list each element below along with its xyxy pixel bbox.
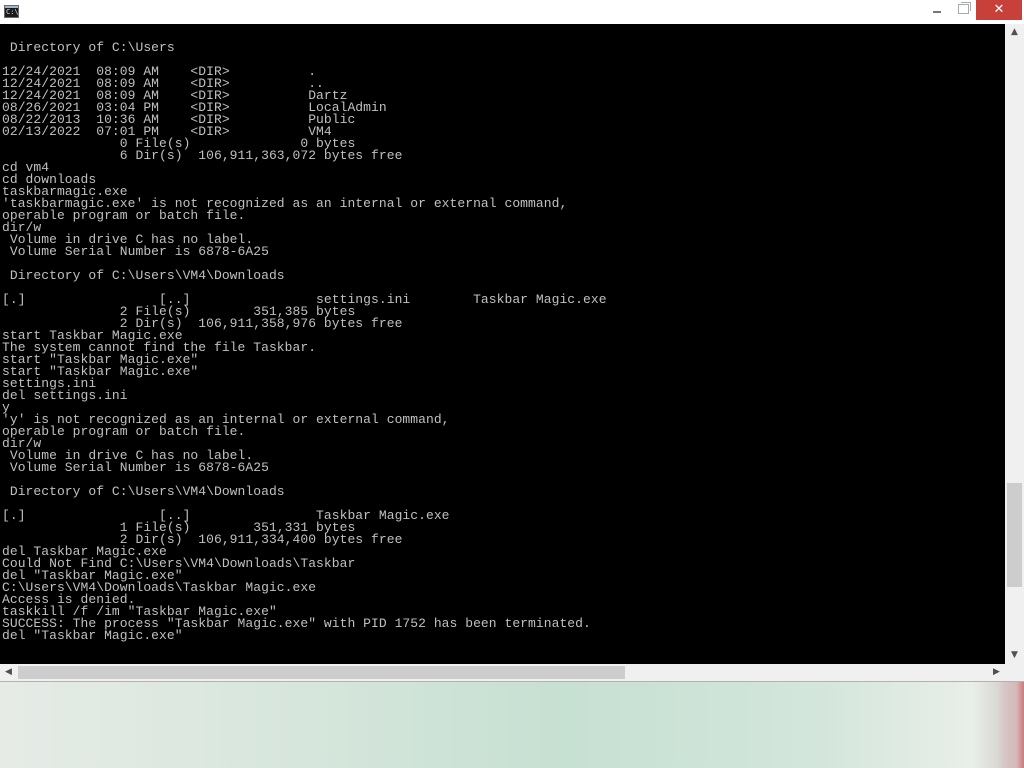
- scroll-right-icon[interactable]: ▶: [988, 664, 1005, 681]
- command-prompt-window: C:\ ✕ Directory of C:\Users 12/24/2021 0…: [0, 0, 1024, 682]
- console-output[interactable]: Directory of C:\Users 12/24/2021 08:09 A…: [0, 24, 1005, 664]
- scrollbar-corner: [1005, 664, 1024, 681]
- console-line: Volume Serial Number is 6878-6A25: [2, 460, 269, 475]
- console-text: Directory of C:\Users 12/24/2021 08:09 A…: [0, 24, 1005, 642]
- restore-icon: [958, 4, 969, 14]
- console-line: Directory of C:\Users\VM4\Downloads: [2, 268, 285, 283]
- maximize-button[interactable]: [950, 0, 976, 20]
- title-bar[interactable]: C:\ ✕: [0, 0, 1024, 24]
- horizontal-scroll-thumb[interactable]: [18, 666, 625, 679]
- vertical-scroll-thumb[interactable]: [1007, 483, 1022, 587]
- console-line: Directory of C:\Users: [2, 40, 175, 55]
- scroll-left-icon[interactable]: ◀: [0, 664, 17, 681]
- horizontal-scrollbar[interactable]: ◀ ▶: [0, 664, 1005, 681]
- close-icon: ✕: [993, 2, 1005, 17]
- scroll-up-icon[interactable]: ▲: [1005, 24, 1024, 41]
- console-line: del settings.ini: [2, 388, 128, 403]
- console-line: Directory of C:\Users\VM4\Downloads: [2, 484, 285, 499]
- scroll-down-icon[interactable]: ▼: [1005, 647, 1024, 664]
- vertical-scrollbar[interactable]: ▲ ▼: [1005, 24, 1024, 664]
- console-icon-label: C:\: [6, 8, 19, 16]
- close-button[interactable]: ✕: [976, 0, 1022, 20]
- desktop-wallpaper: [0, 682, 1024, 768]
- minimize-button[interactable]: [924, 0, 950, 20]
- wallpaper-edge: [998, 682, 1024, 768]
- minimize-icon: [933, 11, 941, 13]
- console-line: Volume Serial Number is 6878-6A25: [2, 244, 269, 259]
- console-line: 6 Dir(s) 106,911,363,072 bytes free: [2, 148, 403, 163]
- console-line: del "Taskbar Magic.exe": [2, 628, 183, 643]
- console-app-icon[interactable]: C:\: [4, 5, 19, 18]
